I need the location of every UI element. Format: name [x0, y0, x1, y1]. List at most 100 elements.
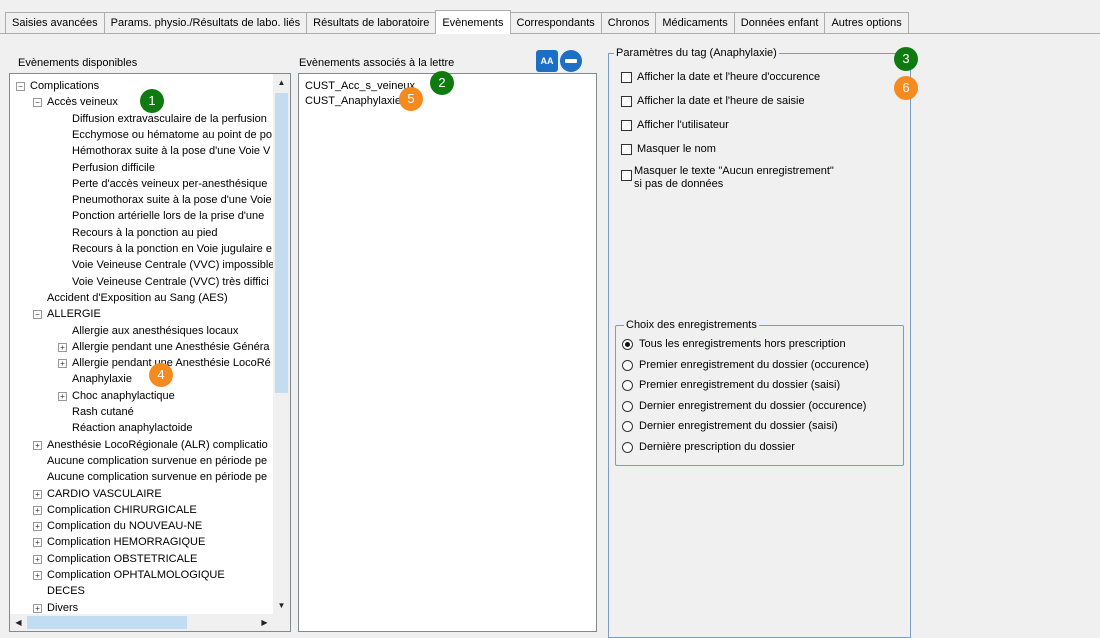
associated-item[interactable]: CUST_Acc_s_veineux	[305, 79, 415, 93]
record-option-radio[interactable]	[622, 380, 633, 391]
scroll-down-arrow-icon[interactable]: ▼	[273, 597, 290, 614]
tab-chronos[interactable]: Chronos	[600, 12, 657, 34]
hide-no-record-text-label-line2: si pas de données	[634, 178, 724, 190]
expand-icon[interactable]: +	[33, 505, 42, 515]
hide-name-checkbox[interactable]	[621, 144, 632, 155]
collapse-icon[interactable]: −	[33, 98, 42, 108]
tree-item[interactable]: Complication CHIRURGICALE	[47, 503, 197, 517]
tree-item[interactable]: Complication OPHTALMOLOGIQUE	[47, 568, 225, 582]
scrollbar-corner	[273, 614, 290, 631]
record-option-radio[interactable]	[622, 339, 633, 350]
expand-icon[interactable]: +	[33, 554, 42, 564]
tree-item[interactable]: ALLERGIE	[47, 307, 101, 321]
expand-icon[interactable]: +	[33, 603, 42, 613]
tree-vertical-scrollbar[interactable]: ▲ ▼	[273, 74, 290, 614]
expand-icon[interactable]: +	[58, 359, 67, 369]
tree-item[interactable]: Hémothorax suite à la pose d'une Voie V	[72, 144, 270, 158]
tree-item[interactable]: Perfusion difficile	[72, 161, 155, 175]
expand-icon[interactable]: +	[33, 571, 42, 580]
tag-parameters-title: Paramètres du tag (Anaphylaxie)	[614, 47, 779, 59]
collapse-icon[interactable]: −	[16, 82, 25, 91]
tree-item[interactable]: Ponction artérielle lors de la prise d'u…	[72, 209, 264, 223]
tree-item[interactable]: Allergie pendant une Anesthésie Généra	[72, 340, 270, 354]
expand-icon[interactable]: +	[33, 538, 42, 548]
tree-item[interactable]: Anaphylaxie	[72, 372, 132, 386]
tree-item[interactable]: Ecchymose ou hématome au point de po	[72, 128, 272, 142]
expand-icon[interactable]: +	[58, 391, 67, 401]
record-option-radio[interactable]	[622, 442, 633, 453]
scroll-left-arrow-icon[interactable]: ◀	[10, 614, 27, 631]
collapse-icon[interactable]: −	[33, 310, 42, 320]
annotation-badge-6: 6	[894, 76, 918, 100]
record-option-radio[interactable]	[622, 360, 633, 371]
scroll-up-arrow-icon[interactable]: ▲	[273, 74, 290, 91]
show-user-label: Afficher l'utilisateur	[637, 119, 729, 131]
tree-item[interactable]: Aucune complication survenue en période …	[47, 470, 267, 484]
tree-horizontal-scroll-thumb[interactable]	[27, 616, 187, 629]
record-option-radio[interactable]	[622, 401, 633, 412]
record-option-label: Tous les enregistrements hors prescripti…	[639, 338, 846, 350]
tree-item[interactable]: Divers	[47, 601, 78, 615]
expand-icon[interactable]: +	[58, 342, 67, 352]
tab-medicaments[interactable]: Médicaments	[655, 12, 735, 34]
annotation-badge-2: 2	[430, 71, 454, 95]
tree-item[interactable]: Recours à la ponction au pied	[72, 226, 218, 240]
tab-resultats-labo[interactable]: Résultats de laboratoire	[306, 12, 437, 34]
tab-saisies-avancees[interactable]: Saisies avancées	[5, 12, 105, 34]
tree-item[interactable]: Recours à la ponction en Voie jugulaire …	[72, 242, 272, 256]
tree-item[interactable]: Choc anaphylactique	[72, 389, 175, 403]
tab-correspondants[interactable]: Correspondants	[509, 12, 602, 34]
show-occurrence-datetime-checkbox[interactable]	[621, 72, 632, 83]
font-icon: AA	[540, 56, 554, 66]
expand-icon[interactable]: +	[33, 489, 42, 499]
tree-item[interactable]: Complications	[30, 79, 99, 93]
tree-item[interactable]: Rash cutané	[72, 405, 134, 419]
tree-item[interactable]: Diffusion extravasculaire de la perfusio…	[72, 112, 267, 126]
tree-horizontal-scrollbar[interactable]: ◀ ▶	[10, 614, 273, 631]
annotation-badge-5: 5	[399, 87, 423, 111]
scroll-right-arrow-icon[interactable]: ▶	[256, 614, 273, 631]
expand-icon[interactable]: +	[33, 522, 42, 532]
tree-item[interactable]: Perte d'accès veineux per-anesthésique	[72, 177, 267, 191]
tree-item[interactable]: Voie Veineuse Centrale (VVC) impossible	[72, 258, 274, 272]
tab-params-physio[interactable]: Params. physio./Résultats de labo. liés	[103, 12, 308, 34]
minus-icon	[565, 59, 577, 63]
tab-donnees-enfant[interactable]: Données enfant	[733, 12, 826, 34]
available-events-label: Evènements disponibles	[18, 57, 138, 69]
annotation-badge-1: 1	[140, 89, 164, 113]
hide-no-record-text-checkbox[interactable]	[621, 170, 632, 181]
show-user-checkbox[interactable]	[621, 120, 632, 131]
record-option-label: Dernier enregistrement du dossier (occur…	[639, 400, 867, 412]
hide-name-label: Masquer le nom	[637, 143, 716, 155]
associated-item[interactable]: CUST_Anaphylaxie	[305, 94, 401, 108]
tree-item[interactable]: Voie Veineuse Centrale (VVC) très diffic…	[72, 275, 269, 289]
remove-button[interactable]	[560, 50, 582, 72]
record-option-label: Dernier enregistrement du dossier (saisi…	[639, 420, 838, 432]
records-choice-title: Choix des enregistrements	[624, 319, 759, 331]
tab-evenements[interactable]: Evènements	[435, 10, 511, 34]
associated-events-list[interactable]: CUST_Acc_s_veineux CUST_Anaphylaxie	[298, 73, 597, 632]
tree-item[interactable]: Allergie aux anesthésiques locaux	[72, 324, 238, 338]
tree-item[interactable]: Accès veineux	[47, 95, 118, 109]
associated-events-label: Evènements associés à la lettre	[299, 57, 455, 69]
available-events-tree[interactable]: Complications − Accès veineux − Diffusion ex…	[9, 73, 291, 632]
record-option-radio[interactable]	[622, 421, 633, 432]
tree-item[interactable]: CARDIO VASCULAIRE	[47, 487, 162, 501]
tree-vertical-scroll-thumb[interactable]	[275, 93, 288, 393]
tab-bar: Saisies avancées Params. physio./Résulta…	[0, 0, 1100, 34]
tab-autres-options[interactable]: Autres options	[824, 12, 909, 34]
tree-item[interactable]: Pneumothorax suite à la pose d'une Voie	[72, 193, 272, 207]
tree-item[interactable]: Complication HEMORRAGIQUE	[47, 535, 205, 549]
tree-item[interactable]: Réaction anaphylactoide	[72, 421, 192, 435]
tree-item[interactable]: Complication du NOUVEAU-NE	[47, 519, 202, 533]
tree-item[interactable]: Anesthésie LocoRégionale (ALR) complicat…	[47, 438, 268, 452]
expand-icon[interactable]: +	[33, 440, 42, 450]
tree-item[interactable]: Accident d'Exposition au Sang (AES)	[47, 291, 228, 305]
font-button[interactable]: AA	[536, 50, 558, 72]
tree-item[interactable]: Aucune complication survenue en période …	[47, 454, 267, 468]
tree-item[interactable]: Complication OBSTETRICALE	[47, 552, 197, 566]
show-entry-datetime-label: Afficher la date et l'heure de saisie	[637, 95, 805, 107]
show-entry-datetime-checkbox[interactable]	[621, 96, 632, 107]
tree-item[interactable]: DECES	[47, 584, 85, 598]
annotation-badge-4: 4	[149, 363, 173, 387]
